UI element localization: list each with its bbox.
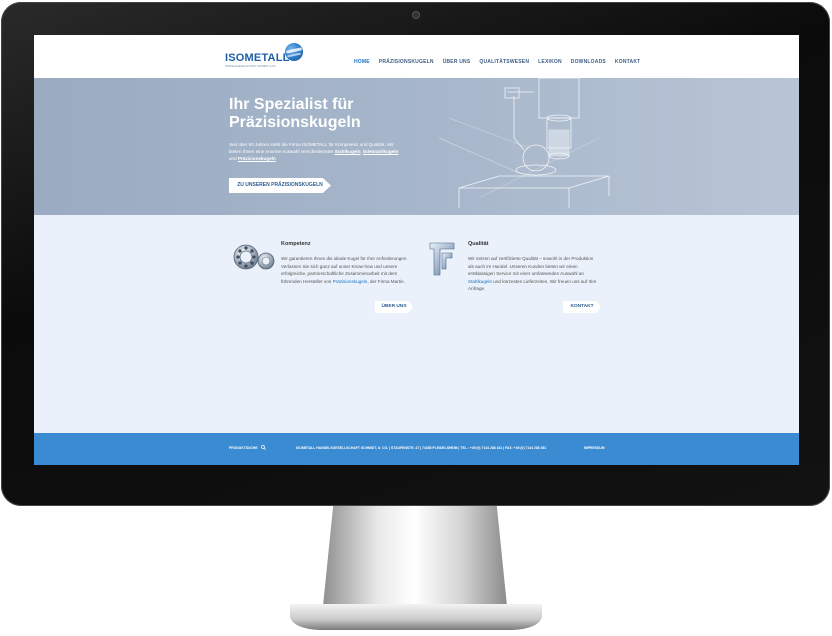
hero-title-line1: Ihr Spezialist für — [229, 96, 354, 113]
feature-text: Wir setzen auf zertifizierte Qualität – … — [468, 255, 600, 293]
footer-impressum[interactable]: IMPRESSUM — [584, 446, 605, 450]
bearing-icon — [233, 244, 275, 270]
footer-product-search[interactable]: PRODUKTSUCHE — [229, 446, 258, 450]
website-screen: ISOMETALL HANDELSGESELLSCHAFT SCHMIDT & … — [34, 35, 799, 465]
hero-title-line2: Präzisionskugeln — [229, 114, 361, 131]
nav-ueber-uns[interactable]: ÜBER UNS — [443, 59, 471, 65]
measuring-machine-illustration — [438, 78, 610, 208]
logo-tagline: HANDELSGESELLSCHAFT SCHMIDT & CO. — [225, 65, 277, 68]
site-footer: PRODUKTSUCHE ISOMETALL HANDELSGESELLSCHA… — [34, 433, 799, 465]
search-icon[interactable] — [261, 445, 266, 450]
caliper-icon — [429, 242, 455, 276]
nav-praezisionskugeln[interactable]: PRÄZISIONSKUGELN — [379, 59, 434, 65]
monitor: ISOMETALL HANDELSGESELLSCHAFT SCHMIDT & … — [0, 0, 832, 636]
nav-kontakt[interactable]: KONTAKT — [615, 59, 640, 65]
monitor-stand — [322, 506, 508, 616]
nav-downloads[interactable]: DOWNLOADS — [571, 59, 606, 65]
feature-link-praezisionskugeln[interactable]: Präzisionskugeln — [333, 279, 368, 284]
feature-title: Kompetenz — [281, 241, 311, 247]
hero-link-stahlkugeln[interactable]: Stahlkugeln — [334, 149, 360, 154]
content-section: Kompetenz Wir garantieren Ihnen die idea… — [34, 215, 799, 433]
kontakt-button[interactable]: KONTAKT — [563, 301, 601, 313]
nav-lexikon[interactable]: LEXIKON — [538, 59, 562, 65]
feature-title: Qualität — [468, 241, 489, 247]
main-nav: HOME PRÄZISIONSKUGELN ÜBER UNS QUALITÄTS… — [354, 59, 649, 65]
ueber-uns-button[interactable]: ÜBER UNS — [375, 301, 413, 313]
feature-text-end: , der Firma Martin. — [367, 278, 405, 284]
site-header: ISOMETALL HANDELSGESELLSCHAFT SCHMIDT & … — [34, 35, 799, 78]
feature-text-body: Wir setzen auf zertifizierte Qualität – … — [468, 256, 594, 276]
hero-banner: Ihr Spezialist für Präzisionskugeln Seit… — [34, 78, 799, 215]
site-logo[interactable]: ISOMETALL HANDELSGESELLSCHAFT SCHMIDT & … — [225, 43, 305, 71]
hero-text-sep2: und — [229, 156, 238, 161]
hero-text: Seit über 50 Jahren steht die Firma ISOM… — [229, 141, 399, 162]
globe-icon — [285, 43, 303, 61]
hero-title: Ihr Spezialist für Präzisionskugeln — [229, 96, 409, 132]
footer-address: ISOMETALL HANDELSGESELLSCHAFT SCHMIDT, U… — [296, 446, 547, 450]
nav-qualitaetswesen[interactable]: QUALITÄTSWESEN — [479, 59, 529, 65]
hero-text-end: . — [275, 156, 278, 161]
camera-dot — [413, 12, 419, 18]
nav-home[interactable]: HOME — [354, 59, 370, 65]
feature-link-stahlkugeln[interactable]: Stahlkugeln — [468, 279, 492, 284]
hero-cta-button[interactable]: ZU UNSEREN PRÄZISIONSKUGELN — [229, 178, 331, 193]
feature-text: Wir garantieren Ihnen die ideale Kugel f… — [281, 255, 413, 285]
hero-link-edelstahlkugeln[interactable]: Edelstahlkugeln — [363, 149, 398, 154]
monitor-stand-base — [290, 604, 542, 630]
logo-text: ISOMETALL — [225, 52, 290, 64]
hero-link-praezisionskugeln[interactable]: Präzisionskugeln — [238, 156, 276, 161]
